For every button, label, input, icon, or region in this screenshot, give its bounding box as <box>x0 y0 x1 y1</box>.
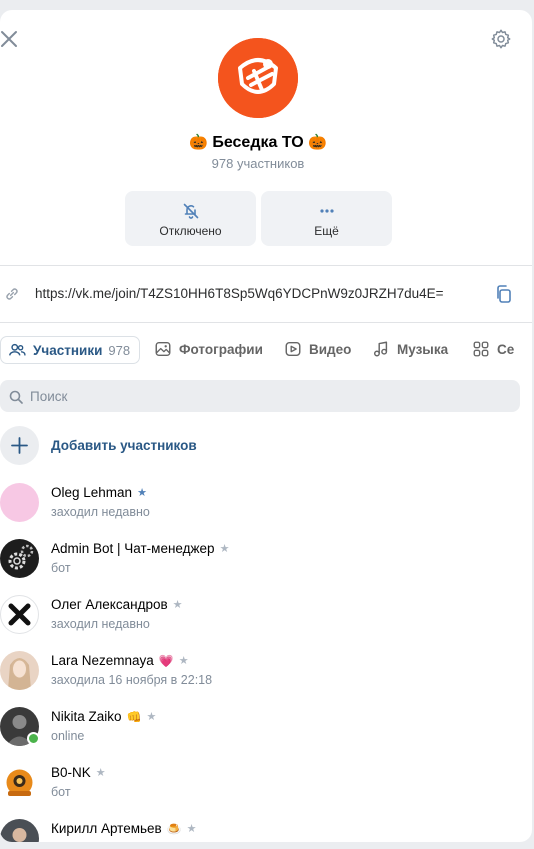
add-members-button[interactable]: Добавить участников <box>0 426 520 466</box>
member-status: бот <box>51 561 71 575</box>
more-button[interactable]: Ещё <box>261 191 392 246</box>
member-row[interactable]: Lara Nezemnaya 💗 ★ заходила 16 ноября в … <box>0 648 520 692</box>
close-icon[interactable] <box>0 30 18 48</box>
member-status: заходил недавно <box>51 617 150 631</box>
video-icon <box>285 341 301 357</box>
x-mark-icon <box>8 603 31 626</box>
star-icon: ★ <box>146 711 157 723</box>
member-row[interactable]: Nikita Zaiko 👊 ★ online <box>0 704 520 748</box>
online-indicator <box>27 732 40 745</box>
chat-title-text: Беседка ТО <box>212 134 304 151</box>
member-name-line: Nikita Zaiko 👊 ★ <box>51 709 156 724</box>
invite-link[interactable]: https://vk.me/join/T4ZS10HH6T8Sp5Wq6YDCP… <box>35 286 444 301</box>
robot-icon <box>6 769 33 796</box>
search-box <box>0 380 520 412</box>
member-status: заходила 16 ноября в 22:18 <box>51 673 213 687</box>
avatar[interactable] <box>0 651 39 690</box>
member-name[interactable]: Олег Александров <box>51 597 168 612</box>
chat-avatar[interactable] <box>218 38 298 118</box>
plus-icon <box>11 437 28 454</box>
tab-members-count: 978 <box>108 342 131 358</box>
tab-video[interactable]: Видео <box>284 336 351 362</box>
member-name-line: Олег Александров ★ <box>51 597 183 612</box>
member-name[interactable]: Nikita Zaiko <box>51 709 122 724</box>
member-status: online <box>51 729 85 743</box>
star-icon: ★ <box>178 655 189 667</box>
avatar[interactable] <box>0 539 39 578</box>
star-icon: ★ <box>172 599 183 611</box>
tab-video-label: Видео <box>309 341 352 357</box>
link-icon <box>3 285 21 308</box>
bell-off-icon <box>183 203 199 219</box>
tab-photos[interactable]: Фотографии <box>154 336 263 362</box>
more-label: Ещё <box>314 224 339 238</box>
title-emoji: 🎃 <box>308 134 327 151</box>
members-count: 978 участников <box>211 156 305 171</box>
photo-icon <box>155 341 171 357</box>
star-icon: ★ <box>186 823 197 835</box>
member-row[interactable]: Кирилл Артемьев 🍮 ★ <box>0 816 520 842</box>
member-name[interactable]: Lara Nezemnaya <box>51 653 154 668</box>
star-icon: ★ <box>219 543 230 555</box>
tab-members-label: Участники <box>33 342 103 358</box>
divider <box>0 322 532 323</box>
member-name-line: Oleg Lehman ★ <box>51 485 147 500</box>
member-name-line: B0-NK ★ <box>51 765 106 780</box>
pudding-emoji: 🍮 <box>166 821 182 836</box>
star-icon: ★ <box>137 487 147 499</box>
heart-emoji: 💗 <box>158 653 174 668</box>
member-name[interactable]: Oleg Lehman <box>51 485 132 500</box>
person-photo <box>8 658 31 690</box>
member-name[interactable]: Admin Bot | Чат-менеджер <box>51 541 215 556</box>
copy-icon[interactable] <box>494 284 514 309</box>
tab-services-label: Се <box>497 341 515 357</box>
member-name-line: Кирилл Артемьев 🍮 ★ <box>51 821 197 836</box>
avatar[interactable] <box>0 819 39 842</box>
member-row[interactable]: Admin Bot | Чат-менеджер ★ бот <box>0 536 520 580</box>
users-icon <box>9 343 26 356</box>
services-icon <box>473 341 489 357</box>
search-icon <box>9 390 23 404</box>
gear-icon[interactable] <box>490 28 512 50</box>
add-avatar <box>0 426 39 465</box>
divider <box>0 265 532 266</box>
notifications-label: Отключено <box>159 224 222 238</box>
chat-title: 🎃 Беседка ТО 🎃 <box>0 133 516 152</box>
tab-music[interactable]: Музыка <box>372 336 448 362</box>
person-photo <box>12 828 27 842</box>
star-icon: ★ <box>95 767 106 779</box>
member-row[interactable]: Oleg Lehman ★ заходил недавно <box>0 480 520 524</box>
avatar[interactable] <box>0 763 39 802</box>
member-name-line: Lara Nezemnaya 💗 ★ <box>51 653 189 668</box>
title-emoji: 🎃 <box>189 134 208 151</box>
member-name[interactable]: B0-NK <box>51 765 91 780</box>
gears-icon <box>8 544 34 570</box>
more-dots-icon <box>320 209 334 213</box>
tabs-bar: Участники 978 Фотографии Видео Музыка Се <box>0 336 532 364</box>
music-icon <box>373 341 388 357</box>
member-name-line: Admin Bot | Чат-менеджер ★ <box>51 541 229 556</box>
member-name[interactable]: Кирилл Артемьев <box>51 821 162 836</box>
fist-emoji: 👊 <box>126 709 142 724</box>
tab-services[interactable]: Се <box>472 336 514 362</box>
avatar[interactable] <box>0 595 39 634</box>
member-row[interactable]: Олег Александров ★ заходил недавно <box>0 592 520 636</box>
member-row[interactable]: B0-NK ★ бот <box>0 760 520 804</box>
member-status: бот <box>51 785 71 799</box>
chat-info-panel: 🎃 Беседка ТО 🎃 978 участников Отключено … <box>0 10 532 842</box>
tab-photos-label: Фотографии <box>179 341 263 357</box>
tab-music-label: Музыка <box>397 341 449 357</box>
notifications-button[interactable]: Отключено <box>125 191 256 246</box>
search-input[interactable] <box>30 380 500 412</box>
member-status: заходил недавно <box>51 505 150 519</box>
avatar[interactable] <box>0 483 39 522</box>
tab-members[interactable]: Участники 978 <box>0 336 140 364</box>
add-members-label: Добавить участников <box>51 438 197 453</box>
